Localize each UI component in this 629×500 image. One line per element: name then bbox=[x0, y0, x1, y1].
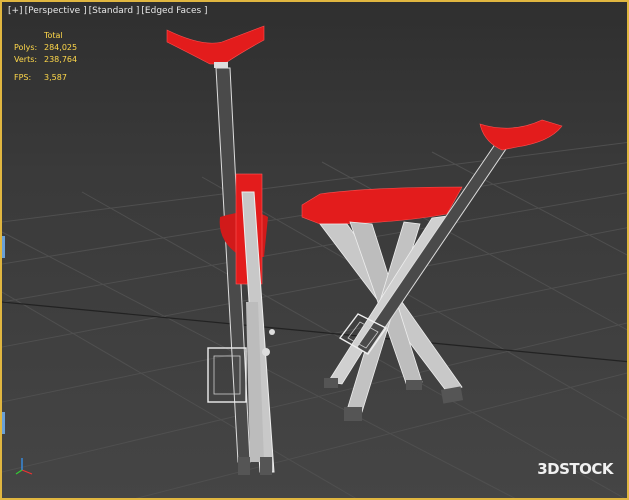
walking-cane-stool-open[interactable] bbox=[301, 119, 563, 421]
stats-fps-value: 3,587 bbox=[44, 73, 67, 82]
stats-polys-row: Polys: 284,025 bbox=[14, 42, 77, 54]
viewport-statistics: Total Polys: 284,025 Verts: 238,764 FPS:… bbox=[14, 30, 77, 84]
viewport-scene[interactable] bbox=[2, 2, 629, 500]
stats-polys-value: 284,025 bbox=[44, 43, 78, 52]
viewport-display-label[interactable]: [Edged Faces ] bbox=[141, 6, 207, 16]
walking-cane-stool-folded[interactable] bbox=[166, 25, 275, 475]
perspective-viewport[interactable]: [+] [Perspective ] [Standard ] [Edged Faces… bbox=[0, 0, 629, 500]
stats-verts-label: Verts: bbox=[14, 55, 38, 64]
left-panel-tab[interactable] bbox=[2, 236, 5, 258]
stats-fps-row: FPS: 3,587 bbox=[14, 72, 77, 84]
viewport-label-menu[interactable]: [+] [Perspective ] [Standard ] [Edged Faces… bbox=[8, 6, 210, 16]
left-panel-tab-lower[interactable] bbox=[2, 412, 5, 434]
stats-verts-value: 238,764 bbox=[44, 55, 78, 64]
viewport-shading-label[interactable]: [Standard ] bbox=[89, 6, 140, 16]
viewport-pov-label[interactable]: [Perspective ] bbox=[25, 6, 87, 16]
watermark-logo: 3DSTOCK bbox=[537, 460, 613, 478]
stats-total-label: Total bbox=[44, 31, 63, 40]
grid-axis-line bbox=[2, 301, 627, 363]
axis-tripod-icon bbox=[15, 458, 33, 475]
stats-verts-row: Verts: 238,764 bbox=[14, 54, 77, 66]
viewport-menu-plus[interactable]: [+] bbox=[8, 6, 23, 16]
ground-grid bbox=[2, 142, 627, 498]
stats-polys-label: Polys: bbox=[14, 43, 38, 52]
stats-fps-label: FPS: bbox=[14, 73, 32, 82]
